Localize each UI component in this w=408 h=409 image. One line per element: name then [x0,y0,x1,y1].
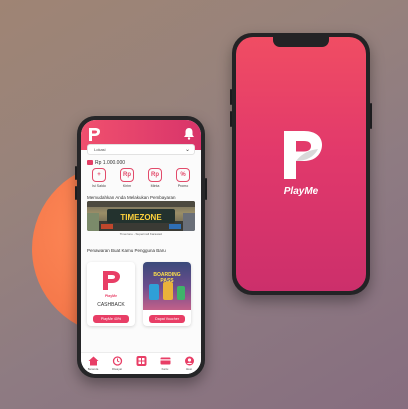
nav-label: Beranda [87,367,99,371]
nav-account[interactable]: Akun [179,356,199,371]
home-icon [88,356,98,366]
promo-banner[interactable]: TIMEZONE [87,201,195,231]
home-screen: Lokasi ⌄ Rp 1.000.000 + Isi Saldo Rp Kir… [81,120,201,374]
power-button [205,178,207,200]
bottom-navigation: Beranda Riwayat Kartu Akun [81,352,201,374]
promo-card-voucher[interactable]: BOARDING PASS Dapat Voucher [143,262,191,326]
quick-action-label: Isi Saldo [92,184,106,188]
section-title: Penawaran Buat Kamu Pengguna Baru [87,248,166,253]
nav-scan[interactable] [131,356,151,367]
history-icon [112,356,122,366]
cashback-button[interactable]: PlayMe 40% [93,315,129,323]
volume-button [230,111,232,127]
banner-image: TIMEZONE [87,201,195,231]
splash-screen: PlayMe [236,37,366,291]
card-title: CASHBACK [97,302,125,308]
power-button [370,103,372,129]
phone-splash-screen: PlayMe [230,33,372,295]
nav-label: Kartu [161,367,169,371]
chevron-down-icon: ⌄ [184,147,190,153]
playme-logo-icon [284,131,322,179]
location-select[interactable]: Lokasi ⌄ [87,144,195,155]
promo-card-cashback[interactable]: PlayMe CASHBACK PlayMe 40% [87,262,135,326]
playme-logo-icon [89,128,100,141]
quick-action-promo[interactable]: % Promo [170,168,196,192]
card-logo-text: PlayMe [104,294,118,298]
card-image: BOARDING PASS [143,262,191,310]
nav-card[interactable]: Kartu [155,356,175,371]
send-money-icon: Rp [120,168,134,182]
request-money-icon: Rp [148,168,162,182]
quick-actions: + Isi Saldo Rp Kirim Rp Minta % Promo [85,168,197,192]
location-label: Lokasi [94,147,106,152]
volume-button [230,89,232,105]
nav-home[interactable]: Beranda [83,356,103,371]
plus-icon: + [92,168,106,182]
playme-logo-icon [103,271,120,290]
brand-name: PlayMe [283,186,319,197]
nav-label: Akun [185,367,193,371]
volume-button [75,186,77,200]
notch [273,37,329,47]
quick-action-label: Minta [150,184,160,188]
banner-text: TIMEZONE [120,213,162,222]
balance-value: Rp 1.000.000 [95,159,126,166]
quick-action-send[interactable]: Rp Kirim [114,168,140,192]
percent-icon: % [176,168,190,182]
quick-action-request[interactable]: Rp Minta [142,168,168,192]
banner-caption: Timezone - Supermall Karawaci [119,232,163,236]
section-title: Memudahkan Anda Melakukan Pembayaran [87,195,176,200]
nav-history[interactable]: Riwayat [107,356,127,371]
phone-home-screen: Lokasi ⌄ Rp 1.000.000 + Isi Saldo Rp Kir… [75,116,207,378]
quick-action-label: Kirim [122,184,132,188]
voucher-button[interactable]: Dapat Voucher [149,315,185,323]
volume-button [75,166,77,180]
account-icon [184,356,194,366]
card-icon [160,357,170,365]
wallet-icon [87,160,93,165]
qr-scan-icon [136,356,146,366]
quick-action-label: Promo [177,184,189,188]
quick-action-topup[interactable]: + Isi Saldo [86,168,112,192]
wallet-balance: Rp 1.000.000 [87,158,195,167]
notification-bell-icon[interactable] [183,127,195,140]
nav-label: Riwayat [112,367,122,371]
